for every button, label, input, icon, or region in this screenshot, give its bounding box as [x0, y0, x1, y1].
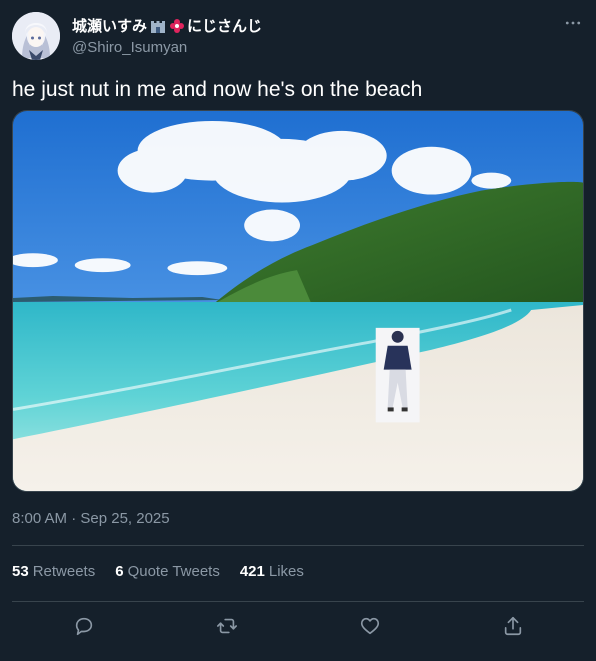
author-name-row[interactable]: 城瀬いすみ にじさんじ: [72, 15, 262, 36]
display-name[interactable]: 城瀬いすみ: [72, 15, 147, 36]
likes-count: 421: [239, 563, 265, 580]
more-options-button[interactable]: [562, 12, 584, 34]
more-dots-icon: [565, 21, 581, 25]
tweet-text: he just nut in me and now he's on the be…: [12, 78, 423, 101]
share-button[interactable]: [498, 611, 528, 641]
like-button[interactable]: [355, 611, 385, 641]
likes-stat[interactable]: 421 Likes: [240, 563, 304, 580]
tweet-header: 城瀬いすみ にじさんじ @Shiro_Isumyan: [12, 12, 584, 60]
display-name-suffix[interactable]: にじさんじ: [187, 15, 262, 36]
retweets-count: 53: [12, 563, 29, 580]
character-figure: [375, 327, 420, 423]
divider: [12, 545, 584, 546]
tweet-actions: [12, 611, 584, 641]
retweet-icon: [216, 618, 237, 634]
author-handle[interactable]: @Shiro_Isumyan: [72, 39, 187, 56]
castle-emoji-icon: [150, 18, 166, 34]
like-icon: [360, 617, 379, 635]
retweet-button[interactable]: [212, 611, 242, 641]
likes-label: Likes: [268, 563, 304, 580]
reply-icon: [75, 617, 92, 636]
tweet-card: 城瀬いすみ にじさんじ @Shiro_Isumyan he just nut i…: [0, 0, 596, 661]
quotes-count: 6: [115, 563, 124, 580]
tweet-timestamp[interactable]: 8:00 AM · Sep 25, 2025: [12, 510, 170, 527]
quotes-label: Quote Tweets: [127, 563, 220, 580]
retweets-stat[interactable]: 53 Retweets: [12, 563, 95, 580]
beach-photo[interactable]: [12, 110, 584, 492]
share-icon: [504, 616, 521, 636]
flower-emoji-icon: [169, 18, 185, 34]
reply-button[interactable]: [69, 611, 99, 641]
divider: [12, 601, 584, 602]
tweet-stats: 53 Retweets 6 Quote Tweets 421 Likes: [12, 563, 304, 580]
avatar[interactable]: [12, 12, 60, 60]
quotes-stat[interactable]: 6 Quote Tweets: [115, 563, 220, 580]
retweets-label: Retweets: [32, 563, 96, 580]
